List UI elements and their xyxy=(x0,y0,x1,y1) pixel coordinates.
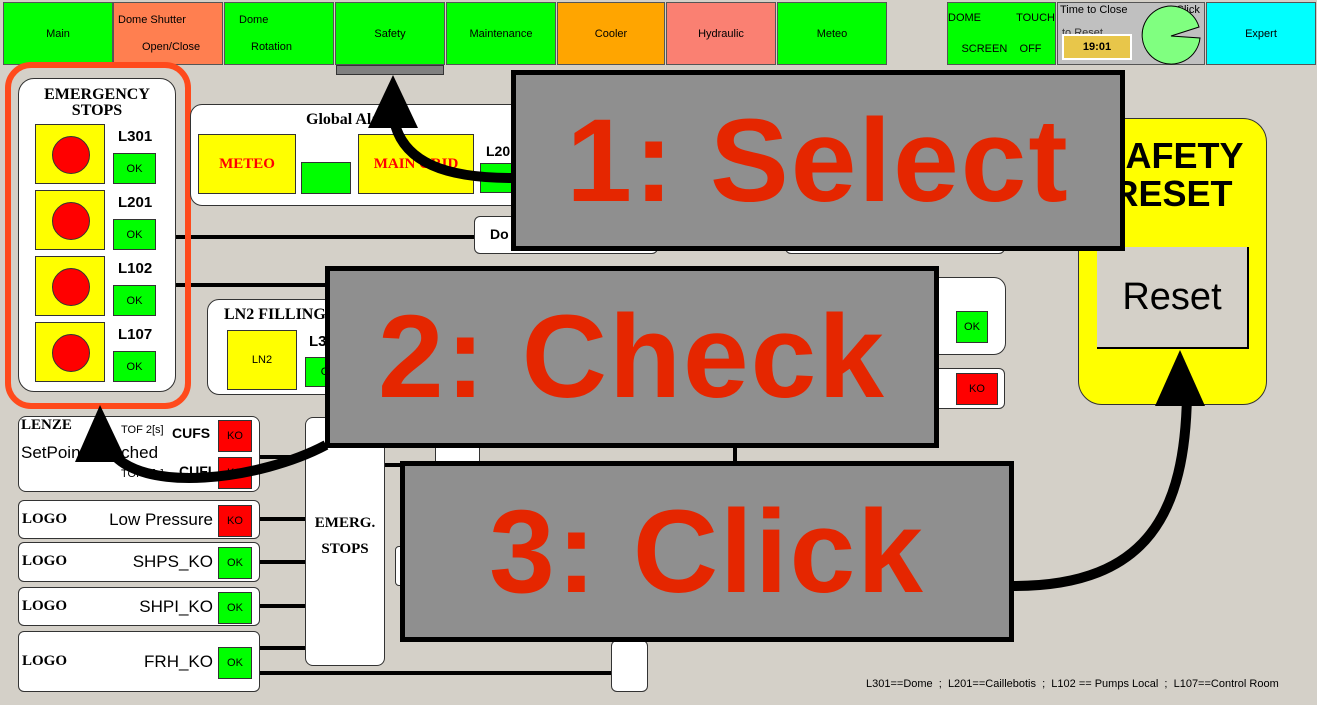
arrow-to-emergency-stops xyxy=(105,440,329,483)
arrowhead-icon xyxy=(368,75,418,128)
arrowhead-icon xyxy=(1155,350,1205,406)
annotation-arrows xyxy=(75,75,1205,591)
arrow-to-reset-button xyxy=(1013,394,1192,591)
arrowhead-icon xyxy=(75,405,127,462)
